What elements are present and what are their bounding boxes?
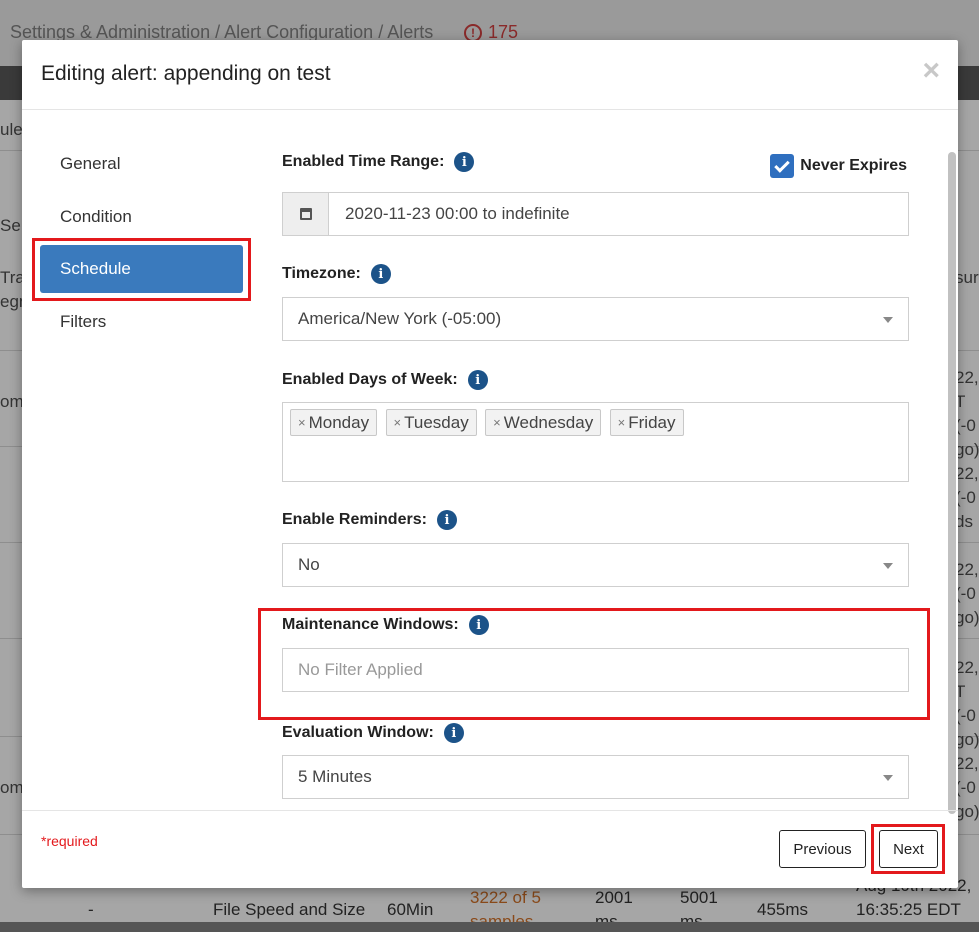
day-tag[interactable]: × Wednesday [485,409,602,436]
evaluation-value: 5 Minutes [298,767,372,786]
info-icon[interactable]: i [443,723,464,743]
table-cell: 22, (-0 go) [955,560,979,627]
modal-scrollbar[interactable] [946,110,958,814]
highlight-box [32,238,251,301]
warning-icon: ! [464,23,482,42]
day-tag[interactable]: × Monday [290,409,378,436]
nav-item-general[interactable]: General [40,140,243,188]
modal-title: Editing alert: appending on test [41,62,331,85]
table-cell: 22, (-0 go) [955,754,979,821]
edit-alert-modal: Editing alert: appending on test × Gener… [22,40,958,888]
reminders-select[interactable]: No [282,543,909,587]
evaluation-label: Evaluation Window: i [282,723,464,743]
horizontal-scrollbar[interactable] [0,922,979,932]
remove-icon[interactable]: × [618,415,626,430]
reminders-value: No [298,555,320,574]
days-multiselect[interactable]: × Monday × Tuesday × Wednesday × Friday [282,402,909,482]
timezone-value: America/New York (-05:00) [298,309,502,328]
info-icon[interactable]: i [370,264,391,284]
chevron-down-icon [883,775,893,781]
reminders-label: Enable Reminders: i [282,510,457,530]
timezone-select[interactable]: America/New York (-05:00) [282,297,909,341]
never-expires-label: Never Expires [800,157,907,174]
table-cell: 60Min [387,900,434,919]
days-label: Enabled Days of Week: i [282,370,488,390]
nav-item-filters[interactable]: Filters [40,298,243,346]
remove-icon[interactable]: × [394,415,402,430]
required-note: *required [41,833,98,849]
info-icon[interactable]: i [467,370,488,390]
scrollbar-thumb[interactable] [948,152,956,814]
modal-header: Editing alert: appending on test × [22,40,958,110]
time-range-value: 2020-11-23 00:00 to indefinite [345,204,570,223]
modal-footer: *required Previous Next [22,810,958,888]
table-cell: sur [955,268,979,287]
day-tag[interactable]: × Tuesday [385,409,477,436]
remove-icon[interactable]: × [493,415,501,430]
evaluation-select[interactable]: 5 Minutes [282,755,909,799]
table-cell: File Speed and Size [213,900,366,919]
highlight-box [871,824,945,874]
day-tag[interactable]: × Friday [609,409,684,436]
timezone-label: Timezone: i [282,264,391,284]
chevron-down-icon [883,317,893,323]
table-cell: 22, T (-0 go) [955,658,979,749]
time-range-label: Enabled Time Range: i [282,152,475,172]
remove-icon[interactable]: × [298,415,306,430]
time-range-input[interactable]: 2020-11-23 00:00 to indefinite [282,192,909,236]
calendar-icon[interactable] [283,193,329,235]
info-icon[interactable]: i [436,510,457,530]
info-icon[interactable]: i [454,152,475,172]
previous-button[interactable]: Previous [779,830,866,868]
table-cell: 22, (-0 ds [955,464,979,531]
close-icon[interactable]: × [922,54,940,88]
chevron-down-icon [883,563,893,569]
never-expires-checkbox[interactable]: Never Expires [770,154,907,178]
table-cell: Se [0,216,21,235]
checkbox-checked-icon[interactable] [770,154,795,178]
table-cell: - [88,900,94,919]
highlight-box [258,608,930,720]
table-cell: 455ms [757,900,809,919]
table-cell: 22, T (-0 go) [955,368,979,459]
nav-item-condition[interactable]: Condition [40,193,243,241]
